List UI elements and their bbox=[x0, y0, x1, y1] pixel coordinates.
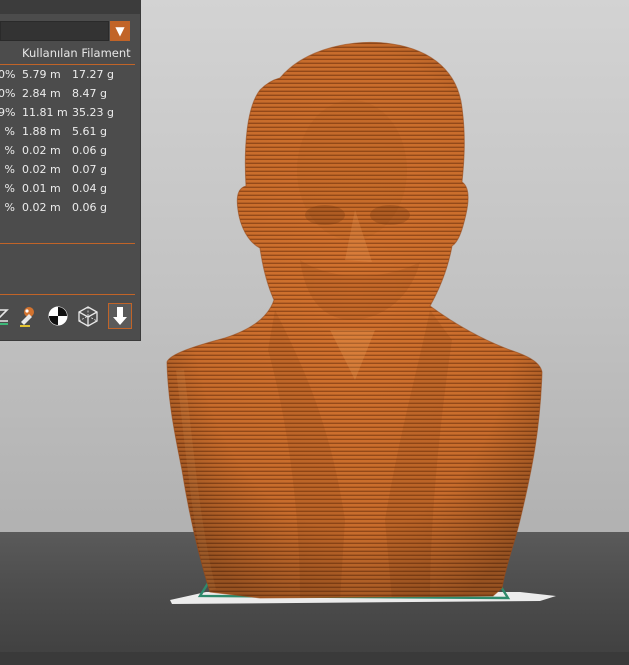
section-divider bbox=[0, 243, 135, 244]
toolbar-divider bbox=[0, 294, 135, 295]
table-row: % 0.02 m 0.06 g bbox=[4, 144, 107, 157]
download-icon[interactable] bbox=[108, 303, 132, 329]
table-row: % 0.02 m 0.07 g bbox=[4, 163, 107, 176]
panel-top-bar bbox=[0, 0, 140, 14]
table-row: 0% 2.84 m 8.47 g bbox=[0, 87, 107, 100]
view-toolbar bbox=[0, 303, 140, 331]
filament-used-header: Kullanılan Filament bbox=[22, 46, 131, 60]
center-target-icon[interactable] bbox=[46, 303, 70, 329]
wireframe-cube-icon[interactable] bbox=[76, 303, 100, 329]
column-header: Kullanılan Filament bbox=[0, 44, 140, 64]
table-row: % 0.02 m 0.06 g bbox=[4, 201, 107, 214]
table-row: 0% 5.79 m 17.27 g bbox=[0, 68, 114, 81]
view-z-icon[interactable] bbox=[0, 303, 14, 329]
table-row: 9% 11.81 m 35.23 g bbox=[0, 106, 114, 119]
material-select[interactable] bbox=[0, 21, 109, 41]
header-divider bbox=[0, 64, 135, 65]
bust-model bbox=[167, 42, 542, 598]
table-row: % 0.01 m 0.04 g bbox=[4, 182, 107, 195]
table-row: % 1.88 m 5.61 g bbox=[4, 125, 107, 138]
dropdown-arrow-icon[interactable]: ▼ bbox=[110, 21, 130, 41]
paint-icon[interactable] bbox=[16, 303, 40, 329]
print-info-panel: ▼ Kullanılan Filament 0% 5.79 m 17.27 g … bbox=[0, 0, 141, 341]
